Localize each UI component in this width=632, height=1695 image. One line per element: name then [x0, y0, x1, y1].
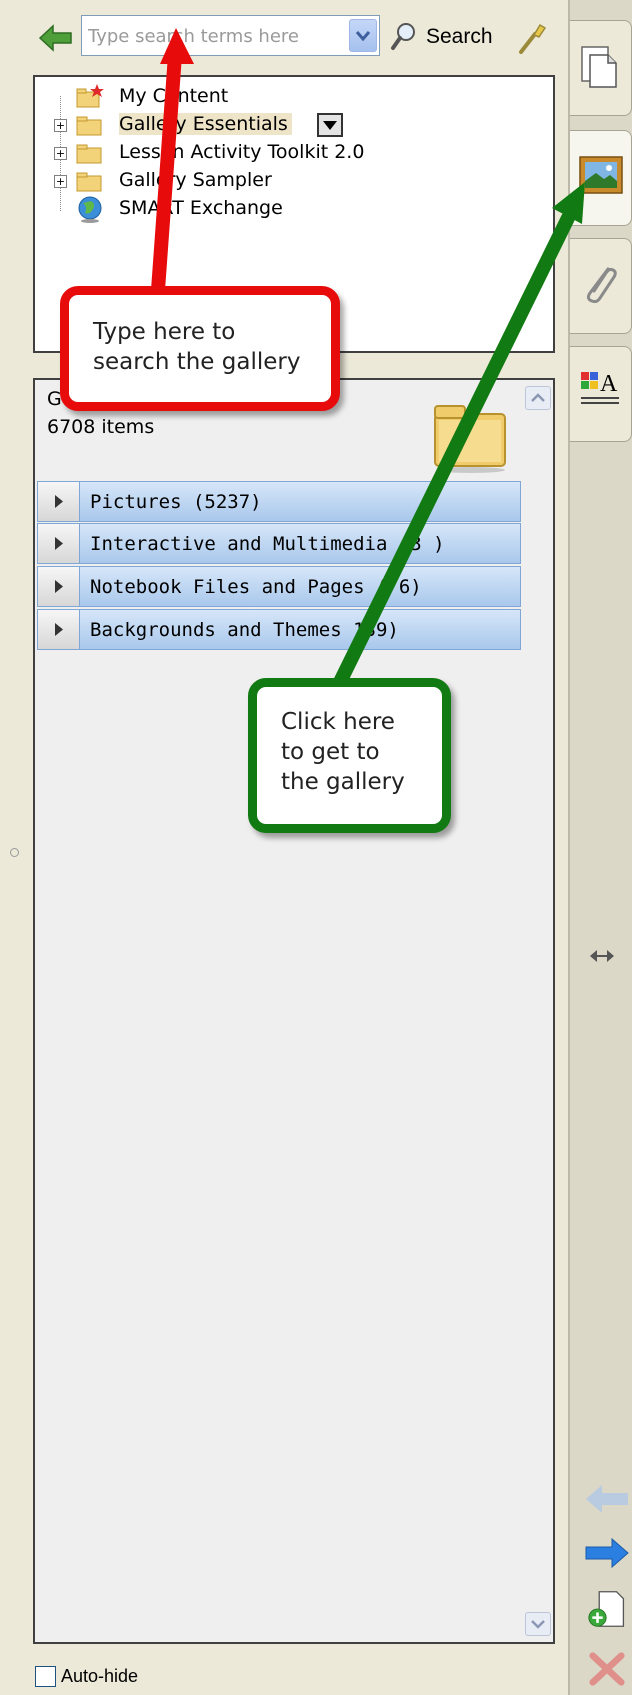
- previous-page-icon[interactable]: [584, 1480, 630, 1518]
- expand-toggle[interactable]: +: [54, 175, 67, 188]
- folder-icon: [434, 405, 506, 473]
- folder-icon: [76, 144, 102, 164]
- scroll-up-button[interactable]: [525, 386, 551, 410]
- callout-line: Click here: [281, 709, 395, 735]
- star-folder-icon: [76, 84, 104, 108]
- chevron-down-icon: [355, 31, 371, 42]
- search-field[interactable]: [81, 15, 380, 56]
- category-pictures[interactable]: Pictures (5237): [37, 481, 521, 522]
- tree-item-smart-exchange[interactable]: SMART Exchange: [36, 195, 536, 223]
- tab-gallery[interactable]: [570, 130, 632, 226]
- category-label: Pictures (5237): [90, 491, 262, 513]
- svg-text:A: A: [600, 371, 618, 397]
- panel-resize-grip[interactable]: [10, 848, 19, 857]
- gallery-options-button[interactable]: [515, 20, 549, 56]
- properties-icon: A: [581, 371, 619, 404]
- folder-icon: [76, 116, 102, 136]
- expand-toggle[interactable]: [38, 567, 80, 606]
- gallery-toolbar: Search: [0, 0, 568, 74]
- add-page-icon[interactable]: [584, 1590, 630, 1628]
- attachments-icon: [586, 267, 617, 304]
- category-label: Interactive and Multimedia (3 ): [90, 533, 445, 555]
- checkbox-box[interactable]: [35, 1666, 56, 1687]
- tab-attachments[interactable]: [570, 238, 632, 334]
- autohide-label: Auto-hide: [61, 1666, 139, 1686]
- delete-icon[interactable]: [584, 1650, 630, 1688]
- tree-item-label: Gallery Essentials: [119, 113, 292, 135]
- gallery-item-count: 6708 items: [47, 416, 155, 438]
- tree-item-my-content[interactable]: My Content: [36, 83, 536, 111]
- tree-item-lesson-activity-toolkit[interactable]: + Lesson Activity Toolkit 2.0: [36, 139, 536, 167]
- tree-item-label: SMART Exchange: [119, 197, 283, 219]
- triangle-right-icon: [55, 623, 63, 636]
- gallery-icon: [579, 156, 623, 194]
- search-input[interactable]: [88, 22, 338, 50]
- tree-item-label: Lesson Activity Toolkit 2.0: [119, 141, 365, 163]
- callout-line: search the gallery: [93, 349, 301, 375]
- gallery-callout: Click here to get to the gallery: [248, 678, 451, 833]
- resize-handle-icon[interactable]: [588, 946, 616, 966]
- page-sorter-icon: [581, 46, 617, 88]
- globe-icon: [78, 196, 102, 223]
- gallery-essentials-menu-button[interactable]: [317, 113, 343, 137]
- next-page-icon[interactable]: [584, 1534, 630, 1572]
- folder-icon: [76, 172, 102, 192]
- expand-toggle[interactable]: [38, 482, 80, 521]
- expand-toggle[interactable]: [38, 524, 80, 563]
- chevron-down-icon: [531, 1620, 545, 1629]
- triangle-right-icon: [55, 495, 63, 508]
- wrench-icon: [519, 23, 547, 54]
- back-button[interactable]: [38, 22, 74, 54]
- category-notebook-files[interactable]: Notebook Files and Pages ( 6): [37, 566, 521, 607]
- tab-properties[interactable]: A: [570, 346, 632, 442]
- search-callout: Type here to search the gallery: [60, 286, 340, 411]
- category-label: Backgrounds and Themes 139): [90, 619, 399, 641]
- scroll-down-button[interactable]: [525, 1612, 551, 1636]
- category-label: Notebook Files and Pages ( 6): [90, 576, 422, 598]
- tree-item-gallery-sampler[interactable]: + Gallery Sampler: [36, 167, 536, 195]
- expand-toggle[interactable]: +: [54, 119, 67, 132]
- search-button[interactable]: Search: [390, 20, 500, 54]
- callout-line: to get to: [281, 739, 380, 765]
- category-backgrounds-themes[interactable]: Backgrounds and Themes 139): [37, 609, 521, 650]
- expand-toggle[interactable]: [38, 610, 80, 649]
- autohide-checkbox[interactable]: Auto-hide: [35, 1666, 138, 1687]
- callout-line: the gallery: [281, 769, 405, 795]
- callout-line: Type here to: [93, 319, 236, 345]
- gallery-panel: Search My Content +: [0, 0, 568, 1695]
- tab-page-sorter[interactable]: [570, 20, 632, 116]
- chevron-up-icon: [531, 393, 545, 402]
- tree-item-label: Gallery Sampler: [119, 169, 272, 191]
- tree-item-gallery-essentials[interactable]: + Gallery Essentials: [36, 111, 536, 139]
- tree-item-label: My Content: [119, 85, 229, 107]
- magnifier-icon: [391, 23, 415, 50]
- triangle-right-icon: [55, 537, 63, 550]
- search-history-dropdown[interactable]: [349, 19, 377, 52]
- expand-toggle[interactable]: +: [54, 147, 67, 160]
- category-interactive-multimedia[interactable]: Interactive and Multimedia (3 ): [37, 523, 521, 564]
- triangle-down-icon: [323, 121, 337, 130]
- back-arrow-icon: [38, 24, 72, 52]
- side-tab-bar: A: [568, 0, 632, 1695]
- search-button-label: Search: [426, 25, 493, 48]
- gallery-content-pane: G 6708 items Pictures (5237) Interactive…: [33, 378, 555, 1644]
- triangle-right-icon: [55, 580, 63, 593]
